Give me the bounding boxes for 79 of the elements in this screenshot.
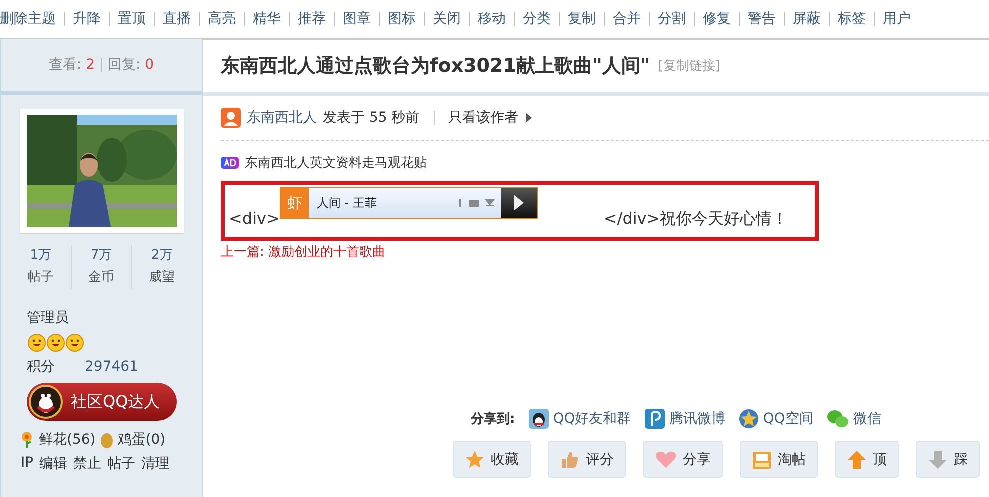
post-action-button[interactable]: 顶: [835, 441, 899, 478]
moderation-link[interactable]: 图标: [388, 10, 416, 28]
moderation-link[interactable]: 标签: [838, 10, 866, 28]
moderation-link[interactable]: 推荐: [298, 10, 326, 28]
qq-badge-button[interactable]: 社区QQ达人: [27, 383, 177, 421]
message-text: <div>: [229, 209, 280, 228]
author-link[interactable]: 东南西北人: [247, 109, 317, 127]
thumbs-up-icon: [560, 450, 580, 470]
stat-label: 金币: [88, 269, 114, 287]
stat-value: 2万: [152, 247, 173, 265]
egg-icon: [100, 431, 114, 449]
moderation-link[interactable]: 精华: [253, 10, 281, 28]
stat-label: 帖子: [28, 269, 54, 287]
tray-icon: [752, 450, 772, 470]
player-logo: 虾: [280, 188, 309, 218]
share-label: 分享到:: [471, 410, 516, 428]
replies-count: 回复: 0: [108, 56, 154, 74]
thread-title: 东南西北人通过点歌台为fox3021献上歌曲"人间": [221, 54, 650, 79]
ad-icon: [221, 157, 239, 169]
user-icon: [221, 108, 241, 128]
share-link[interactable]: 微信: [827, 409, 882, 429]
moderation-link[interactable]: 高亮: [208, 10, 236, 28]
stat-value: 1万: [30, 247, 52, 265]
post-time: 发表于 55 秒前: [323, 109, 420, 127]
points-label: 积分: [27, 358, 55, 377]
gift-link[interactable]: 鸡蛋(0): [118, 431, 166, 449]
post-action-button[interactable]: 评分: [548, 441, 626, 478]
post-action-button[interactable]: 踩: [916, 441, 980, 478]
down-arrow-icon: [928, 450, 948, 470]
rank-icon: [27, 333, 87, 353]
post-action-button[interactable]: 淘帖: [740, 441, 818, 478]
penguin-icon: [29, 385, 63, 419]
star-icon: [739, 409, 760, 429]
user-action-link[interactable]: 帖子: [108, 455, 136, 473]
moderation-link[interactable]: 分类: [523, 10, 551, 28]
message-text: </div>祝你今天好心情！: [604, 209, 788, 230]
user-group: 管理员: [27, 307, 202, 329]
ad-link[interactable]: 东南西北人英文资料走马观花贴: [245, 154, 427, 172]
moderation-link[interactable]: 关闭: [433, 10, 461, 28]
share-link[interactable]: QQ空间: [739, 409, 814, 429]
user-action-link[interactable]: 禁止: [74, 455, 102, 473]
user-action-link[interactable]: 编辑: [40, 455, 68, 473]
moderation-link[interactable]: 移动: [478, 10, 506, 28]
gift-link[interactable]: 鲜花(56): [39, 431, 96, 449]
views-count: 查看: 2: [48, 56, 95, 74]
moderation-link[interactable]: 合并: [613, 10, 641, 28]
moderation-link[interactable]: 修复: [703, 10, 731, 28]
play-icon: [512, 194, 525, 212]
heart-icon: [655, 450, 677, 470]
moderation-link[interactable]: 升降: [73, 10, 101, 28]
moderation-link[interactable]: 图章: [343, 10, 371, 28]
penguin-icon: [529, 409, 550, 429]
moderation-link[interactable]: 直播: [163, 10, 191, 28]
previous-thread-link[interactable]: 上一篇: 激励创业的十首歌曲: [221, 243, 989, 261]
user-action-link[interactable]: 清理: [142, 455, 170, 473]
moderation-link[interactable]: 警告: [748, 10, 776, 28]
points-value: 297461: [85, 358, 138, 377]
wechat-icon: [827, 409, 850, 429]
share-link[interactable]: QQ好友和群: [529, 409, 632, 429]
up-arrow-icon: [847, 450, 867, 470]
only-author-link[interactable]: 只看该作者: [448, 109, 519, 127]
moderation-link[interactable]: 分割: [658, 10, 686, 28]
stat-label: 威望: [149, 269, 176, 287]
moderation-link[interactable]: 置顶: [118, 10, 146, 28]
flower-icon: [19, 431, 35, 449]
play-arrow-icon: [524, 112, 533, 124]
user-action-link[interactable]: IP: [21, 455, 34, 473]
moderation-link[interactable]: 删除主题: [0, 10, 56, 28]
share-link[interactable]: 腾讯微博: [645, 409, 726, 429]
weibo-icon: [645, 409, 666, 429]
play-button[interactable]: [500, 188, 537, 218]
moderation-link[interactable]: 用户: [883, 10, 911, 28]
stat-value: 7万: [90, 247, 112, 265]
post-action-button[interactable]: 分享: [643, 441, 723, 478]
moderation-link[interactable]: 屏蔽: [793, 10, 821, 28]
post-action-button[interactable]: 收藏: [453, 441, 531, 478]
song-title: 人间 - 王菲: [316, 194, 378, 212]
star-icon: [465, 450, 485, 470]
moderation-link[interactable]: 复制: [568, 10, 596, 28]
